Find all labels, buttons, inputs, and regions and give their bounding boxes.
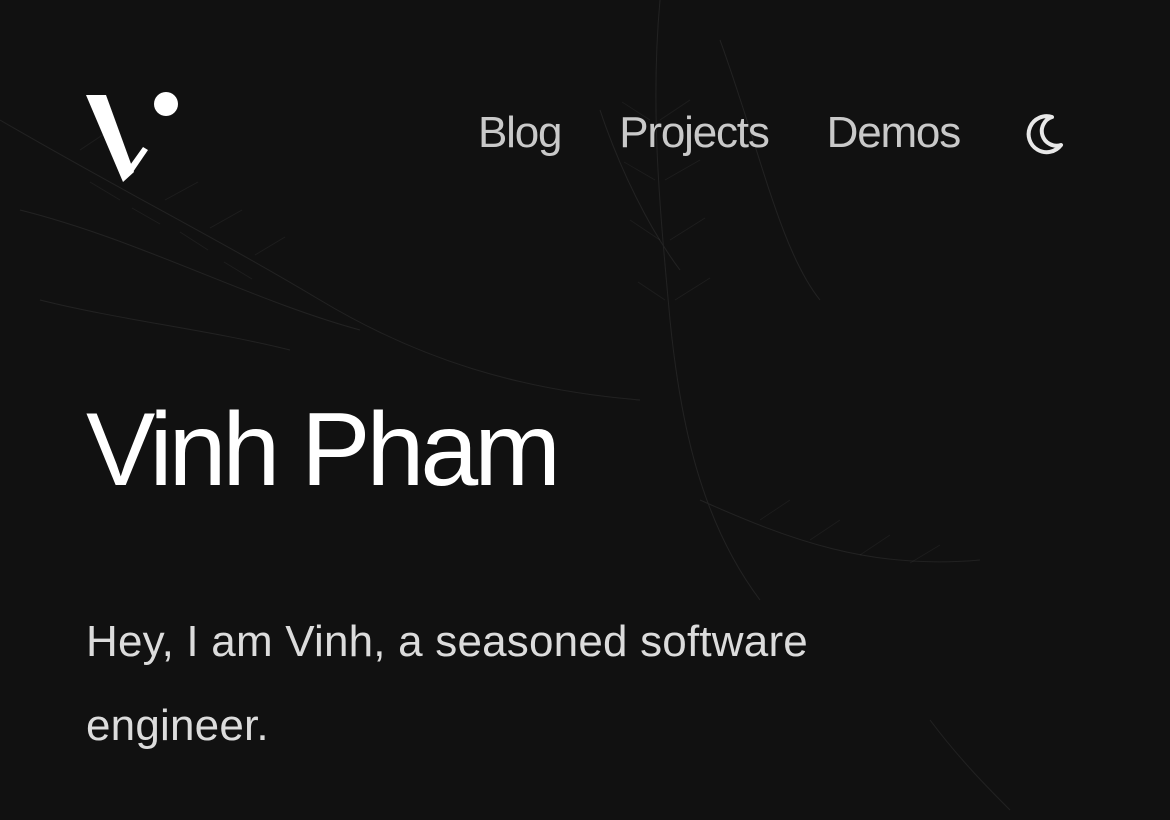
hero-title: Vinh Pham <box>86 392 561 508</box>
main-nav: Blog Projects Demos <box>420 100 1070 166</box>
v-logo-icon[interactable] <box>86 90 180 185</box>
theme-toggle-button[interactable] <box>1018 107 1070 159</box>
nav-blog-link[interactable]: Blog <box>478 100 562 166</box>
site-header: Blog Projects Demos <box>86 90 1070 185</box>
nav-projects-link[interactable]: Projects <box>619 100 770 166</box>
moon-icon <box>1026 114 1063 155</box>
nav-demos-link[interactable]: Demos <box>827 100 962 166</box>
hero-intro: Hey, I am Vinh, a seasoned software engi… <box>86 617 808 750</box>
